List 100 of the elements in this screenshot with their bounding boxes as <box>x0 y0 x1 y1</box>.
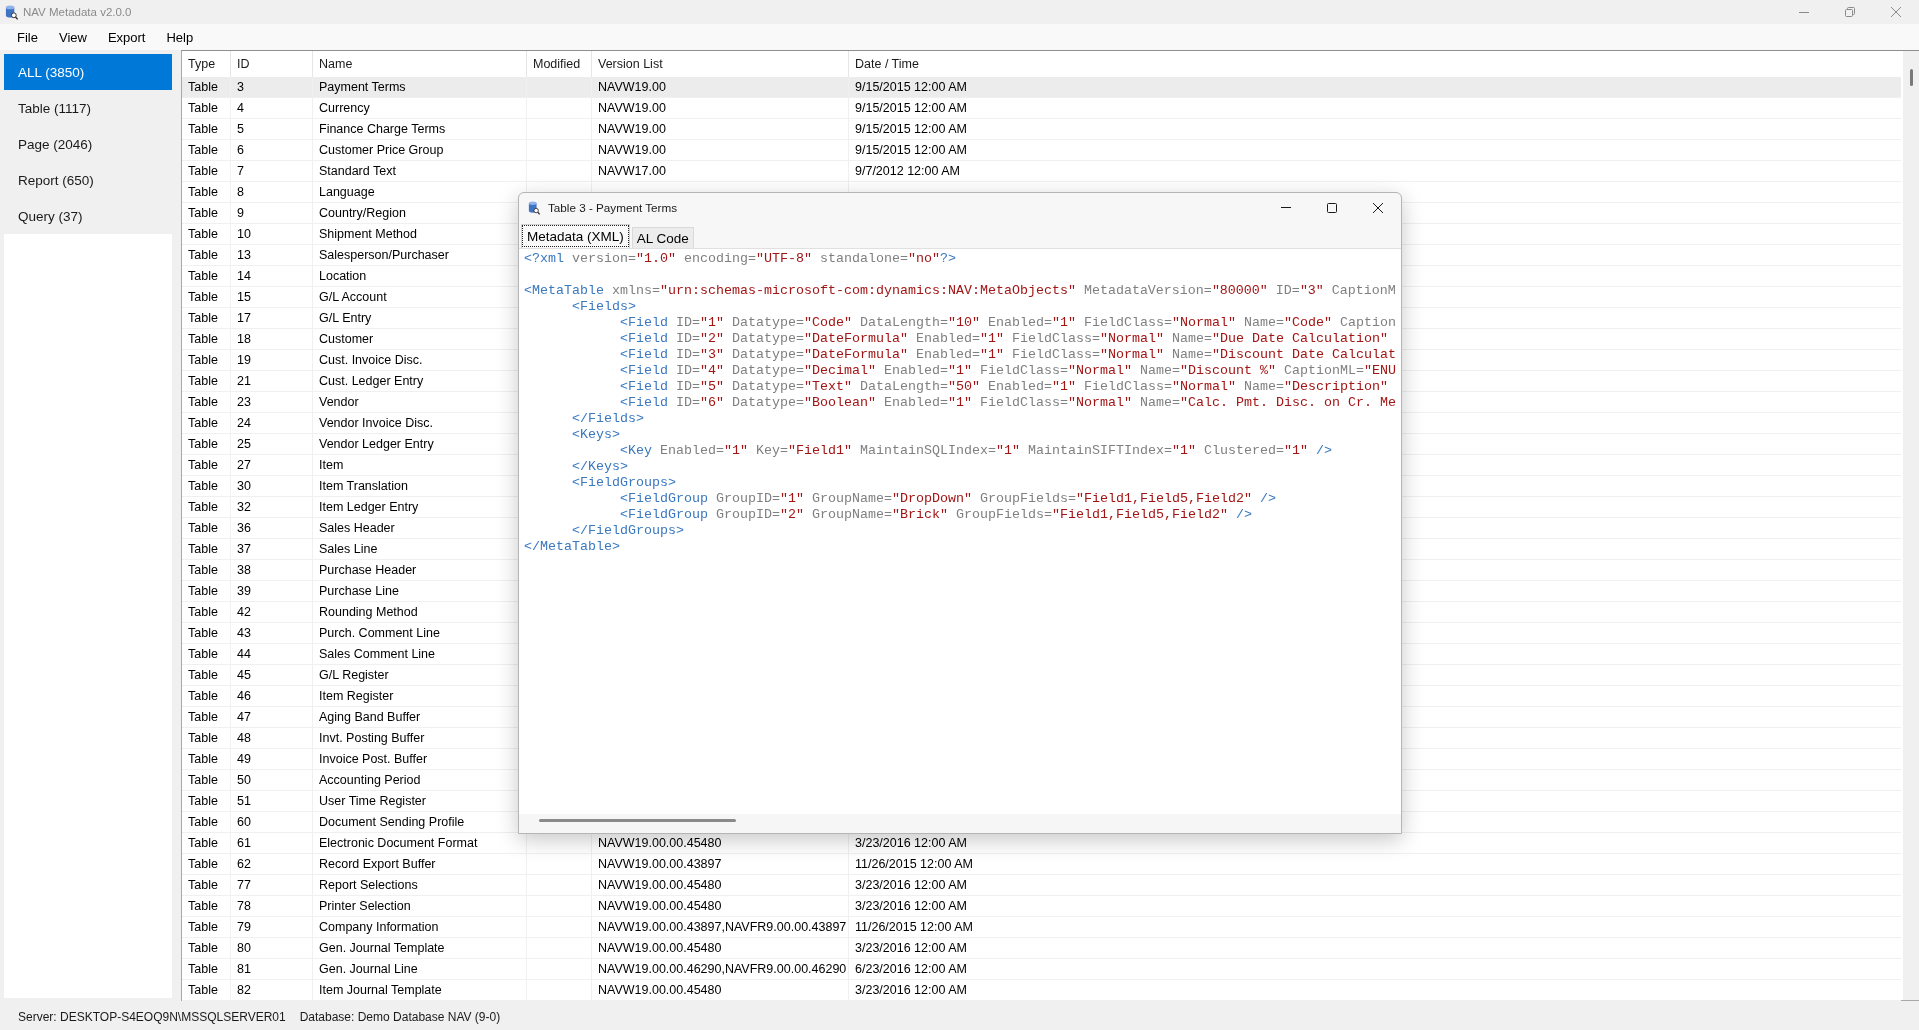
table-row[interactable]: Table 5 Finance Charge Terms NAVW19.00 9/15/2015 12:00 AM <box>182 119 1901 140</box>
table-cell: NAVW19.00 <box>598 80 666 94</box>
table-cell: NAVW19.00.00.43897 <box>598 857 722 871</box>
table-cell: Table <box>188 584 218 598</box>
table-cell: Table <box>188 437 218 451</box>
table-cell: 3/23/2016 12:00 AM <box>855 983 967 997</box>
table-cell: 77 <box>237 878 251 892</box>
table-cell: Table <box>188 752 218 766</box>
table-cell: 32 <box>237 500 251 514</box>
menu-item[interactable]: File <box>17 29 38 45</box>
table-row[interactable]: Table 82 Item Journal Template NAVW19.00.00.45480 3/23/2016 12:00 AM <box>182 980 1901 1001</box>
table-row[interactable]: Table 79 Company Information NAVW19.00.00.43897,NAVFR9.00.00.43897 11/26/2015 12:00 AM <box>182 917 1901 938</box>
table-row[interactable]: Table 80 Gen. Journal Template NAVW19.00.00.45480 3/23/2016 12:00 AM <box>182 938 1901 959</box>
table-cell: NAVW19.00.00.43897,NAVFR9.00.00.43897 <box>598 920 847 934</box>
table-row[interactable]: Table 81 Gen. Journal Line NAVW19.00.00.46290,NAVFR9.00.00.46290 6/23/2016 12:00 AM <box>182 959 1901 980</box>
sidebar-item[interactable]: ALL (3850) <box>4 54 172 90</box>
sidebar-item[interactable]: Report (650) <box>4 162 172 198</box>
table-cell: Company Information <box>319 920 439 934</box>
table-cell: 10 <box>237 227 251 241</box>
sidebar-item[interactable]: Query (37) <box>4 198 172 234</box>
scrollbar-track[interactable] <box>519 814 1401 833</box>
table-cell: Gen. Journal Line <box>319 962 418 976</box>
tab[interactable]: AL Code <box>631 227 694 248</box>
table-cell: 4 <box>237 101 244 115</box>
sidebar-item[interactable]: Page (2046) <box>4 126 172 162</box>
scrollbar-track[interactable] <box>1903 51 1919 1000</box>
table-row[interactable]: Table 62 Record Export Buffer NAVW19.00.00.43897 11/26/2015 12:00 AM <box>182 854 1901 875</box>
code-line: <Field ID="3" Datatype="DateFormula" Enabled="1" FieldClass="Normal" Name="Discount Date Calculat <box>620 347 1396 363</box>
code-line: <MetaTable xmlns="urn:schemas-microsoft-com:dynamics:NAV:MetaObjects" MetadataVersion="80000" ID="3" CaptionM <box>524 283 1396 299</box>
tab[interactable]: Metadata (XML) <box>521 224 630 248</box>
table-cell: Table <box>188 185 218 199</box>
table-row[interactable]: Table 6 Customer Price Group NAVW19.00 9/15/2015 12:00 AM <box>182 140 1901 161</box>
scrollbar-thumb[interactable] <box>539 819 736 822</box>
table-cell: Table <box>188 647 218 661</box>
table-cell: Table <box>188 353 218 367</box>
table-cell: 13 <box>237 248 251 262</box>
table-cell: Table <box>188 815 218 829</box>
table-cell: Document Sending Profile <box>319 815 465 829</box>
table-cell: 39 <box>237 584 251 598</box>
table-cell: Table <box>188 899 218 913</box>
table-cell: 3 <box>237 80 244 94</box>
menu-item[interactable]: View <box>58 29 87 45</box>
table-cell: User Time Register <box>319 794 426 808</box>
scrollbar-thumb[interactable] <box>1909 69 1913 86</box>
table-cell: Table <box>188 164 218 178</box>
table-cell: 79 <box>237 920 251 934</box>
table-cell: 45 <box>237 668 251 682</box>
code-line: <Keys> <box>572 427 620 443</box>
table-row[interactable]: Table 3 Payment Terms NAVW19.00 9/15/2015 12:00 AM <box>182 77 1901 98</box>
restore-icon <box>1845 7 1855 17</box>
table-cell: 80 <box>237 941 251 955</box>
table-row[interactable]: Table 4 Currency NAVW19.00 9/15/2015 12:00 AM <box>182 98 1901 119</box>
sidebar-item[interactable]: Table (1117) <box>4 90 172 126</box>
menu-item[interactable]: Help <box>166 29 194 45</box>
table-cell: Table <box>188 521 218 535</box>
dialog-title: Table 3 - Payment Terms <box>548 201 678 214</box>
table-cell: Standard Text <box>319 164 396 178</box>
table-cell: Table <box>188 920 218 934</box>
code-line: </FieldGroups> <box>572 523 684 539</box>
table-cell: 9 <box>237 206 244 220</box>
code-line: <FieldGroups> <box>572 475 676 491</box>
table-cell: Table <box>188 143 218 157</box>
table-cell: Vendor Invoice Disc. <box>319 416 433 430</box>
table-cell: 60 <box>237 815 251 829</box>
table-cell: 23 <box>237 395 251 409</box>
table-cell: 49 <box>237 752 251 766</box>
table-cell: Sales Comment Line <box>319 647 436 661</box>
table-cell: Shipment Method <box>319 227 417 241</box>
table-cell: Table <box>188 563 218 577</box>
table-cell: Table <box>188 689 218 703</box>
table-cell: Language <box>319 185 375 199</box>
table-cell: Table <box>188 332 218 346</box>
table-cell: Invoice Post. Buffer <box>319 752 428 766</box>
table-cell: Table <box>188 122 218 136</box>
column-header[interactable]: Date / Time <box>849 51 1901 77</box>
menu-item[interactable]: Export <box>107 29 146 45</box>
table-cell: 11/26/2015 12:00 AM <box>855 920 973 934</box>
database-search-icon <box>5 4 18 20</box>
table-cell: 82 <box>237 983 251 997</box>
table-cell: 44 <box>237 647 251 661</box>
table-cell: 48 <box>237 731 251 745</box>
table-cell: Salesperson/Purchaser <box>319 248 449 262</box>
table-cell: Table <box>188 941 218 955</box>
table-cell: Cust. Invoice Disc. <box>319 353 423 367</box>
table-row[interactable]: Table 7 Standard Text NAVW17.00 9/7/2012 12:00 AM <box>182 161 1901 182</box>
table-row[interactable]: Table 78 Printer Selection NAVW19.00.00.45480 3/23/2016 12:00 AM <box>182 896 1901 917</box>
table-cell: 27 <box>237 458 251 472</box>
table-cell: Table <box>188 80 218 94</box>
table-cell: Table <box>188 395 218 409</box>
table-cell: G/L Entry <box>319 311 372 325</box>
code-line: <FieldGroup GroupID="1" GroupName="DropDown" GroupFields="Field1,Field5,Field2" /> <box>620 491 1276 507</box>
table-cell: 18 <box>237 332 251 346</box>
table-cell: Customer Price Group <box>319 143 444 157</box>
maximize-icon <box>1327 202 1337 213</box>
table-cell: NAVW19.00 <box>598 143 666 157</box>
table-row[interactable]: Table 77 Report Selections NAVW19.00.00.45480 3/23/2016 12:00 AM <box>182 875 1901 896</box>
table-cell: 21 <box>237 374 251 388</box>
window-title: NAV Metadata v2.0.0 <box>23 6 132 18</box>
table-cell: Item Ledger Entry <box>319 500 419 514</box>
table-cell: Country/Region <box>319 206 406 220</box>
